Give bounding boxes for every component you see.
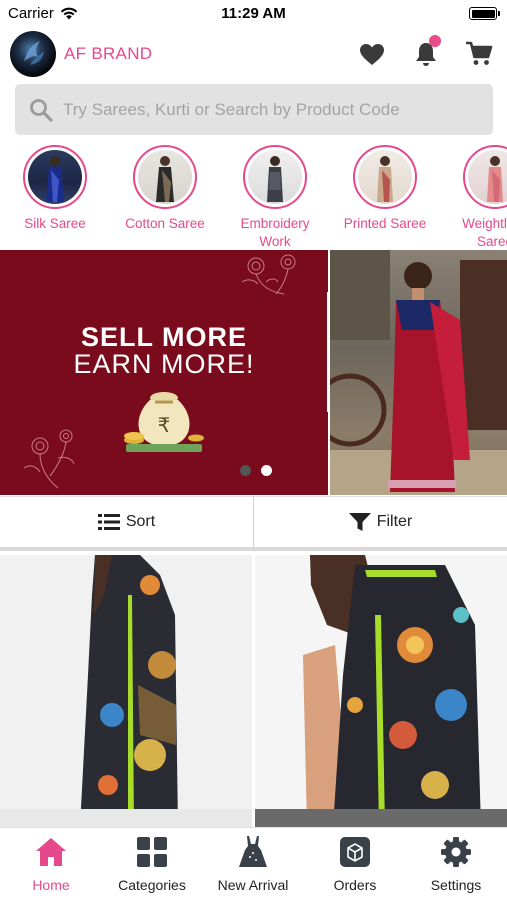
cart-button[interactable] [465, 40, 493, 68]
search-bar[interactable] [15, 84, 493, 135]
saree-figure-image [46, 156, 64, 202]
filter-funnel-icon [348, 513, 371, 531]
sort-label: Sort [125, 513, 156, 530]
saree-figure-image [487, 156, 503, 202]
floral-decoration-icon [241, 254, 296, 295]
notifications-button[interactable] [412, 35, 441, 68]
product-card-footer [0, 809, 252, 827]
carousel-dot-active[interactable] [261, 465, 272, 476]
product-image [303, 555, 481, 827]
nav-label: Home [32, 877, 70, 893]
notification-badge [429, 35, 441, 47]
cart-icon [466, 41, 493, 65]
category-label: Printed Saree [343, 216, 427, 231]
product-image [80, 555, 178, 827]
category-thumbnail [353, 145, 417, 209]
brand-logo[interactable] [10, 31, 56, 77]
box-icon [340, 837, 370, 867]
category-label: Silk Saree [24, 216, 86, 231]
carousel-dot[interactable] [240, 465, 251, 476]
battery-icon [469, 7, 500, 20]
category-thumbnail [463, 145, 507, 209]
nav-new-arrival[interactable]: New Arrival [203, 834, 303, 893]
nav-categories[interactable]: Categories [102, 834, 202, 893]
product-grid [0, 555, 507, 827]
search-icon [30, 99, 53, 122]
category-label: Embroidery Work [240, 216, 310, 248]
nav-label: Orders [333, 877, 377, 893]
nav-home[interactable]: Home [1, 834, 101, 893]
dress-icon [239, 836, 267, 867]
category-thumbnail [23, 145, 87, 209]
floral-decoration-icon [23, 429, 75, 489]
category-weightless-saree[interactable]: Weightless Saree [440, 145, 507, 248]
app-header: AF BRAND [0, 28, 507, 80]
saree-figure-image [377, 156, 393, 202]
wishlist-button[interactable] [358, 40, 386, 68]
gear-icon [441, 837, 471, 867]
promo-slide[interactable]: SELL MORE EARN MORE! ₹ [0, 250, 328, 495]
category-label: Cotton Saree [125, 216, 205, 231]
brand-name[interactable]: AF BRAND [64, 44, 152, 64]
carousel-pagination [240, 465, 272, 476]
sort-filter-bar: Sort Filter [0, 496, 507, 551]
category-thumbnail [133, 145, 197, 209]
saree-figure-image [156, 156, 174, 202]
nav-label: New Arrival [217, 877, 289, 893]
list-icon [97, 514, 120, 530]
product-card[interactable] [0, 555, 252, 827]
category-thumbnail [243, 145, 307, 209]
model-slide-image[interactable] [330, 250, 507, 495]
rupee-symbol: ₹ [158, 413, 171, 437]
nav-orders[interactable]: Orders [305, 834, 405, 893]
sort-button[interactable]: Sort [0, 497, 253, 547]
saree-model-image [330, 250, 507, 495]
category-embroidery-work[interactable]: Embroidery Work [220, 145, 330, 248]
category-printed-saree[interactable]: Printed Saree [330, 145, 440, 233]
money-bag-icon: ₹ [124, 392, 204, 452]
saree-figure-image [267, 156, 283, 202]
grid-icon [137, 837, 167, 867]
filter-label: Filter [376, 513, 413, 530]
category-cotton-saree[interactable]: Cotton Saree [110, 145, 220, 233]
clock: 11:29 AM [221, 5, 286, 22]
home-icon [36, 838, 66, 866]
promo-subheadline: EARN MORE! [73, 349, 255, 379]
category-silk-saree[interactable]: Silk Saree [0, 145, 110, 233]
product-card-footer [255, 809, 507, 827]
bottom-navigation: Home Categories New Arrival Orders Setti… [0, 827, 507, 900]
logo-graphic [24, 41, 44, 65]
nav-settings[interactable]: Settings [406, 834, 506, 893]
status-bar: Carrier 11:29 AM [0, 0, 507, 28]
nav-label: Settings [430, 877, 482, 893]
promo-banner-carousel[interactable]: SELL MORE EARN MORE! ₹ [0, 250, 507, 495]
category-strip: Silk Saree Cotton Saree Embroidery Work … [0, 142, 507, 248]
search-input[interactable] [63, 84, 483, 135]
category-label: Weightless Saree [462, 216, 507, 248]
nav-label: Categories [118, 877, 186, 893]
heart-icon [360, 43, 384, 65]
filter-button[interactable]: Filter [254, 497, 507, 547]
product-card[interactable] [255, 555, 507, 827]
